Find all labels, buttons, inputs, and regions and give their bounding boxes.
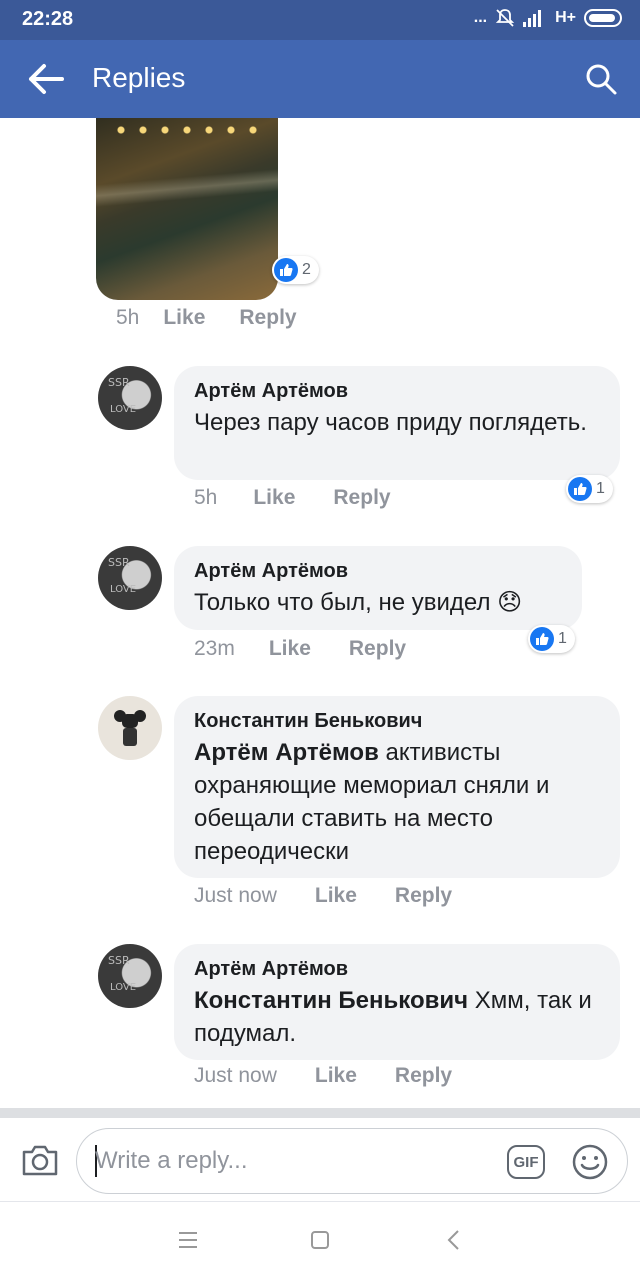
reply-placeholder: Write a reply... <box>95 1147 248 1174</box>
avatar[interactable] <box>98 696 162 760</box>
reaction-number: 2 <box>302 261 311 278</box>
more-dots: ... <box>473 9 488 26</box>
back-arrow-icon[interactable] <box>26 62 66 96</box>
reaction-count[interactable]: 1 <box>528 625 575 653</box>
photo-lights <box>110 126 260 134</box>
comment-meta: 5h Like Reply <box>194 486 391 510</box>
mention-link[interactable]: Константин Бенькович <box>194 987 468 1014</box>
comment-time: 5h <box>194 486 218 509</box>
status-time: 22:28 <box>22 8 74 30</box>
app-header: Replies <box>0 40 640 118</box>
avatar[interactable] <box>98 546 162 610</box>
nav-back-icon[interactable] <box>442 1228 466 1252</box>
signal-icon <box>523 10 542 27</box>
emoji-icon[interactable] <box>571 1143 609 1181</box>
reaction-number: 1 <box>596 480 605 497</box>
like-thumb-icon <box>568 477 592 501</box>
comment-time: 23m <box>194 637 235 660</box>
comment-text: Константин Бенькович Хмм, так и подумал. <box>194 984 600 1050</box>
status-bar: 22:28 ... H+ <box>0 0 640 40</box>
comment-meta: Just now Like Reply <box>194 884 452 908</box>
comment-text: Только что был, не увидел 😞 <box>194 589 523 616</box>
like-thumb-icon <box>530 627 554 651</box>
reply-button[interactable]: Reply <box>333 486 390 510</box>
reply-button[interactable]: Reply <box>239 306 296 330</box>
reply-button[interactable]: Reply <box>349 637 406 661</box>
comment-bubble[interactable]: Артём Артёмов Только что был, не увидел … <box>174 546 582 630</box>
nav-home-icon[interactable] <box>308 1228 332 1252</box>
status-indicators: ... H+ <box>474 8 622 28</box>
avatar[interactable] <box>98 944 162 1008</box>
comment-meta: 23m Like Reply <box>194 637 406 661</box>
comment-bubble[interactable]: Артём Артёмов Через пару часов приду пог… <box>174 366 620 480</box>
comment-text: Через пару часов приду поглядеть. <box>194 409 587 436</box>
avatar[interactable] <box>98 366 162 430</box>
battery-icon <box>584 9 622 27</box>
reply-input[interactable]: Write a reply... GIF <box>76 1128 628 1194</box>
reply-button[interactable]: Reply <box>395 884 452 908</box>
comment-bubble[interactable]: Константин Бенькович Артём Артёмов актив… <box>174 696 620 878</box>
reaction-number: 1 <box>558 630 567 647</box>
avatar-figure <box>114 710 146 746</box>
mention-link[interactable]: Артём Артёмов <box>194 739 379 766</box>
network-type: H+ <box>555 9 576 26</box>
like-button[interactable]: Like <box>315 884 357 908</box>
comment-author[interactable]: Константин Бенькович <box>194 708 600 734</box>
comment-text: Артём Артёмов активисты охраняющие мемор… <box>194 736 600 868</box>
like-button[interactable]: Like <box>315 1064 357 1088</box>
comment-time: Just now <box>194 884 277 907</box>
comment-meta: 5h Like Reply <box>116 306 297 330</box>
reaction-count[interactable]: 2 <box>272 256 319 284</box>
reaction-count[interactable]: 1 <box>566 475 613 503</box>
divider <box>0 1108 640 1118</box>
photo-detail <box>96 168 278 208</box>
system-nav-bar <box>0 1202 640 1280</box>
comment-time: 5h <box>116 306 140 329</box>
like-thumb-icon <box>274 258 298 282</box>
comment-time: Just now <box>194 1064 277 1087</box>
search-icon[interactable] <box>584 62 618 96</box>
reply-button[interactable]: Reply <box>395 1064 452 1088</box>
nav-menu-icon[interactable] <box>176 1228 200 1252</box>
mute-icon <box>495 9 515 27</box>
camera-icon[interactable] <box>20 1142 60 1178</box>
reply-composer: Write a reply... GIF <box>0 1118 640 1202</box>
comment-author[interactable]: Артём Артёмов <box>194 378 600 404</box>
comment-author[interactable]: Артём Артёмов <box>194 956 600 982</box>
replies-feed[interactable]: 2 5h Like Reply Артём Артёмов Через пару… <box>0 118 640 1108</box>
comment-meta: Just now Like Reply <box>194 1064 452 1088</box>
comment-author[interactable]: Артём Артёмов <box>194 558 562 584</box>
page-title: Replies <box>92 62 186 93</box>
like-button[interactable]: Like <box>269 637 311 661</box>
like-button[interactable]: Like <box>163 306 205 330</box>
comment-photo[interactable] <box>96 118 278 300</box>
gif-icon[interactable]: GIF <box>507 1145 545 1179</box>
comment-bubble[interactable]: Артём Артёмов Константин Бенькович Хмм, … <box>174 944 620 1060</box>
like-button[interactable]: Like <box>253 486 295 510</box>
